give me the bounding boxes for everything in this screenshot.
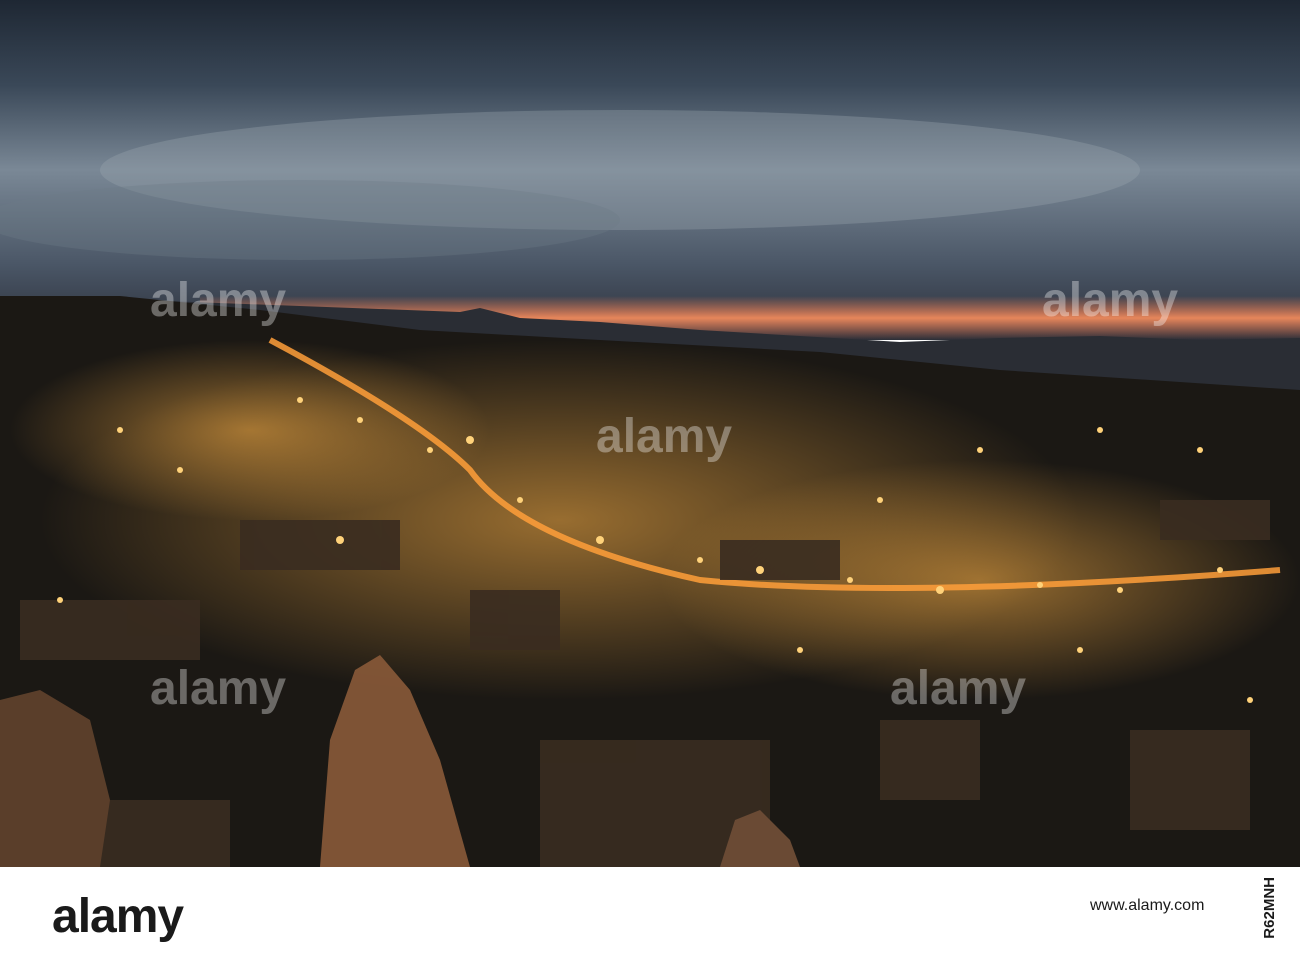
footer-bar: alamy R62MNH www.alamy.com	[0, 867, 1300, 956]
watermark-text: alamy	[150, 662, 286, 715]
footer-url[interactable]: www.alamy.com	[1090, 897, 1204, 915]
alamy-logo: alamy	[52, 890, 184, 943]
image-id: R62MNH	[1261, 877, 1278, 939]
watermark-text: alamy	[150, 274, 286, 327]
night-town-photo: alamy alamy alamy alamy alamy	[0, 0, 1300, 867]
watermark-text: alamy	[596, 410, 732, 463]
watermark-text: alamy	[1042, 274, 1178, 327]
cloud-band-left	[0, 180, 620, 260]
watermark-text: alamy	[890, 662, 1026, 715]
